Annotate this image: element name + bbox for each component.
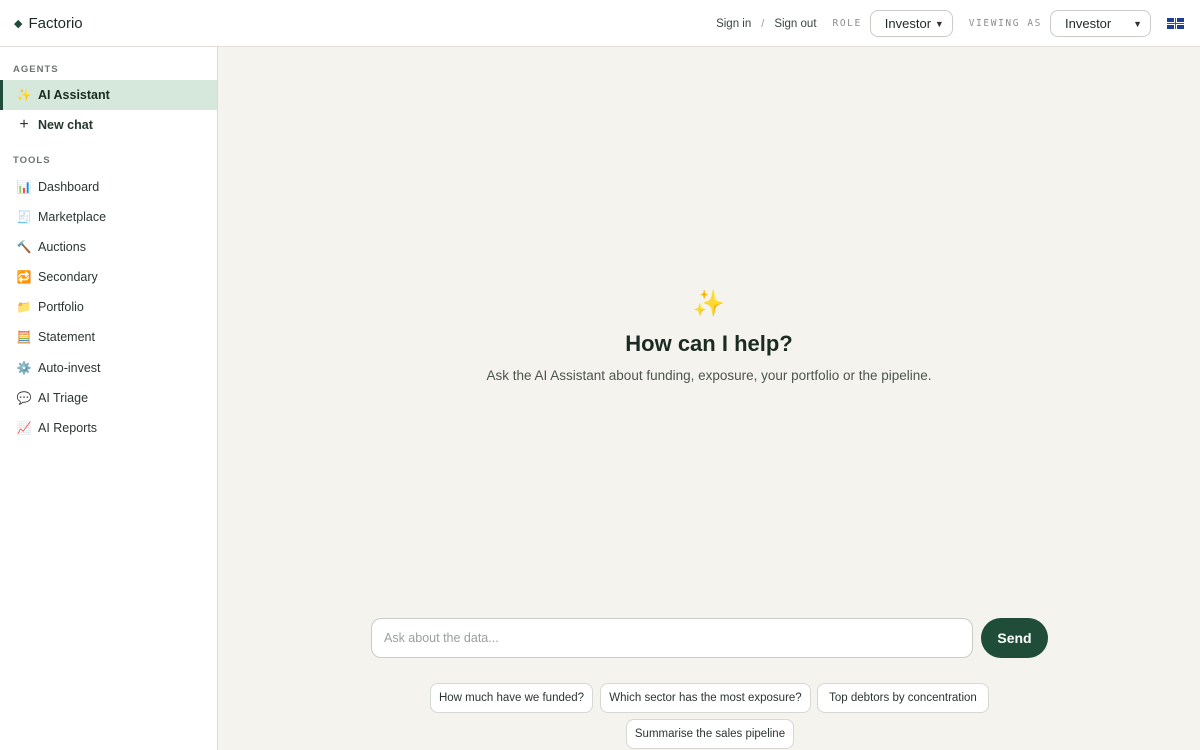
hammer-icon: 🔨 bbox=[16, 240, 32, 254]
line-chart-icon: 📈 bbox=[16, 421, 32, 435]
sidebar-item-marketplace[interactable]: 🧾 Marketplace bbox=[0, 202, 217, 232]
sidebar-item-label: New chat bbox=[38, 118, 93, 132]
link-separator: / bbox=[761, 17, 765, 30]
sidebar-item-label: AI Triage bbox=[38, 391, 89, 405]
role-label: ROLE bbox=[832, 18, 862, 29]
gear-icon: ⚙️ bbox=[16, 361, 32, 375]
sidebar-item-label: AI Assistant bbox=[38, 88, 110, 102]
sidebar-item-label: Auctions bbox=[38, 240, 86, 254]
sidebar-item-label: Secondary bbox=[38, 270, 98, 284]
sidebar-item-auctions[interactable]: 🔨 Auctions bbox=[0, 232, 217, 262]
sidebar-item-statement[interactable]: 🧮 Statement bbox=[0, 322, 217, 352]
sidebar-item-label: Marketplace bbox=[38, 210, 107, 224]
sidebar-item-auto-invest[interactable]: ⚙️ Auto-invest bbox=[0, 353, 217, 383]
speech-bubble-icon: 💬 bbox=[16, 391, 32, 405]
plus-icon: + bbox=[19, 116, 29, 133]
brand-name: Factorio bbox=[28, 14, 83, 32]
sidebar-item-ai-triage[interactable]: 💬 AI Triage bbox=[0, 383, 217, 413]
sparkles-icon: ✨ bbox=[16, 88, 32, 102]
sidebar-item-label: AI Reports bbox=[38, 421, 98, 435]
brand[interactable]: ◆ Factorio bbox=[14, 15, 83, 32]
suggestion-chip[interactable]: Summarise the sales pipeline bbox=[626, 719, 794, 749]
abacus-icon: 🧮 bbox=[16, 330, 32, 344]
chat-input[interactable] bbox=[371, 618, 973, 658]
sign-in-link[interactable]: Sign in bbox=[716, 18, 751, 30]
role-select-value: Investor bbox=[884, 16, 932, 31]
sidebar-item-label: Auto-invest bbox=[38, 361, 101, 375]
sidebar-item-ai-assistant[interactable]: ✨ AI Assistant bbox=[0, 80, 217, 110]
suggestion-chip[interactable]: Which sector has the most exposure? bbox=[600, 683, 811, 713]
sidebar-item-label: Statement bbox=[38, 330, 95, 344]
sidebar-item-ai-reports[interactable]: 📈 AI Reports bbox=[0, 413, 217, 443]
sidebar-item-dashboard[interactable]: 📊 Dashboard bbox=[0, 172, 217, 202]
viewing-as-label: VIEWING AS bbox=[968, 18, 1042, 29]
chevron-down-icon: ▼ bbox=[1133, 18, 1142, 29]
receipt-icon: 🧾 bbox=[16, 210, 32, 224]
sidebar-item-label: Dashboard bbox=[38, 180, 100, 194]
viewing-as-select-value: Investor bbox=[1065, 16, 1112, 31]
send-button[interactable]: Send bbox=[981, 618, 1048, 658]
role-select[interactable]: Investor ▼ bbox=[869, 10, 953, 37]
top-bar: ◆ Factorio Sign in / Sign out ROLE Inves… bbox=[0, 0, 1200, 47]
chevron-down-icon: ▼ bbox=[934, 18, 944, 29]
viewing-as-select[interactable]: Investor ▼ bbox=[1050, 10, 1151, 37]
flag-stripe bbox=[1175, 18, 1176, 29]
page-subtitle: Ask the AI Assistant about funding, expo… bbox=[486, 368, 932, 383]
sign-out-link[interactable]: Sign out bbox=[774, 18, 816, 30]
sidebar: AGENTS ✨ AI Assistant + New chat TOOLS 📊… bbox=[0, 47, 218, 750]
uk-flag-icon[interactable] bbox=[1167, 18, 1184, 29]
page-title: How can I help? bbox=[625, 331, 793, 356]
sidebar-item-new-chat[interactable]: + New chat bbox=[0, 110, 217, 140]
bar-chart-icon: 📊 bbox=[16, 180, 32, 194]
repeat-icon: 🔁 bbox=[16, 270, 32, 284]
suggestion-chip[interactable]: How much have we funded? bbox=[430, 683, 593, 713]
sparkles-icon: ✨ bbox=[692, 288, 726, 318]
diamond-icon: ◆ bbox=[14, 17, 23, 30]
suggestion-chip[interactable]: Top debtors by concentration bbox=[817, 683, 989, 713]
tools-section-label: TOOLS bbox=[13, 155, 51, 166]
agents-section-label: AGENTS bbox=[13, 64, 59, 75]
header-actions: Sign in / Sign out ROLE Investor ▼ VIEWI… bbox=[716, 0, 1184, 47]
